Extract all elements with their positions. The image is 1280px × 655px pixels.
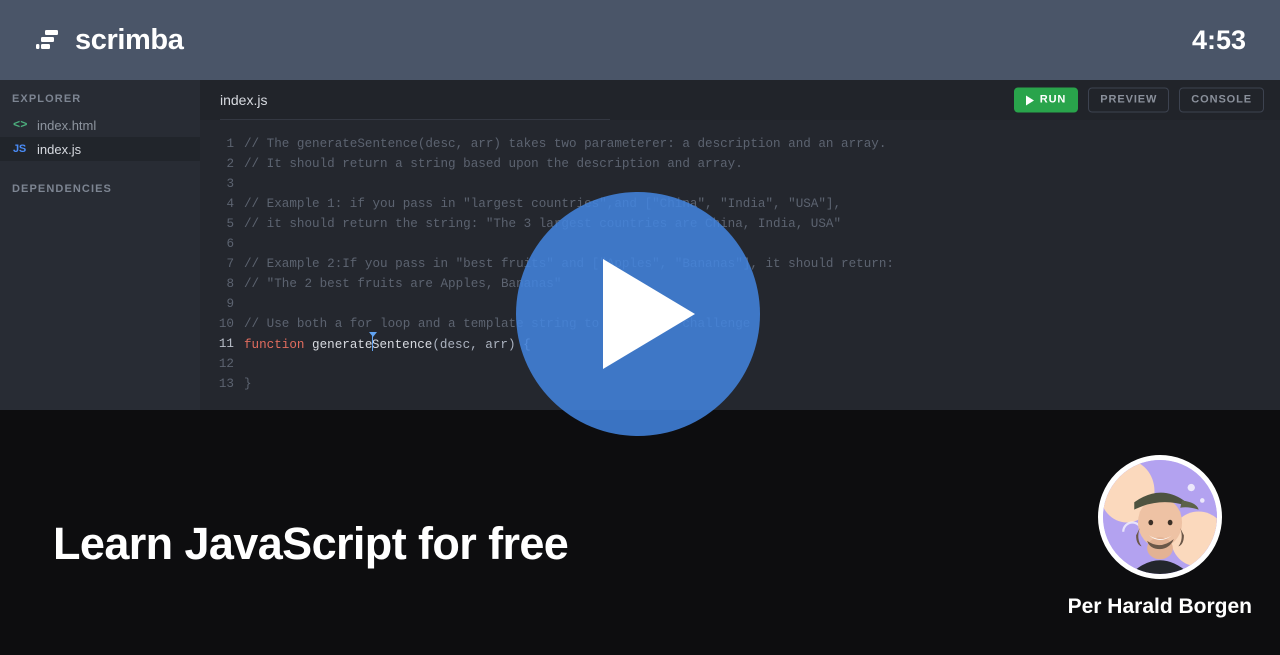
keyword: function [244, 338, 305, 352]
line-number: 12 [218, 357, 234, 371]
code-line: 2 // It should return a string based upon… [200, 154, 1280, 174]
run-button[interactable]: RUN [1013, 87, 1079, 113]
scrimba-screencast-page: scrimba 4:53 EXPLORER <> index.html JS i… [0, 0, 1280, 655]
code-text: // "The 2 best fruits are Apples, Banana… [244, 277, 562, 291]
author-avatar [1097, 455, 1222, 579]
code-text: // Example 1: if you pass in "largest co… [244, 197, 842, 211]
line-number: 7 [226, 257, 234, 271]
sidebar-item-index-js[interactable]: JS index.js [0, 137, 200, 161]
author-block: Per Harald Borgen [1068, 455, 1252, 619]
file-name: index.html [37, 117, 97, 133]
scrimba-logo-icon [36, 28, 64, 52]
line-number: 5 [226, 217, 234, 231]
code-text: // The generateSentence(desc, arr) takes… [244, 137, 887, 151]
code-line: 5 // it should return the string: "The 3 … [200, 214, 1280, 234]
preview-button[interactable]: PREVIEW [1088, 87, 1170, 113]
tab-index-js[interactable]: index.js [200, 80, 281, 120]
file-name: index.js [37, 141, 82, 157]
brand-name: scrimba [75, 23, 184, 56]
run-button-label: RUN [1039, 93, 1067, 106]
author-name: Per Harald Borgen [1067, 595, 1252, 618]
line-number: 9 [226, 297, 234, 311]
function-name: Sentence [371, 338, 433, 352]
function-name: generate [304, 338, 373, 352]
line-number: 8 [226, 277, 234, 291]
play-button-icon[interactable] [516, 192, 760, 436]
code-text: function generateSentence(desc, arr) { [244, 332, 531, 352]
file-list: <> index.html JS index.js [0, 113, 200, 161]
line-number: 3 [226, 177, 234, 191]
line-number: 1 [226, 137, 234, 151]
line-number: 13 [218, 377, 234, 391]
code-text: } [244, 377, 252, 391]
line-number: 6 [226, 237, 234, 251]
app-header: scrimba 4:53 [0, 0, 1280, 80]
params: (desc, arr) { [432, 338, 531, 352]
explorer-heading: EXPLORER [12, 93, 82, 105]
page-title: Learn JavaScript for free [53, 518, 569, 569]
text-cursor [369, 332, 378, 351]
brand[interactable]: scrimba [36, 23, 184, 57]
line-number: 4 [226, 197, 234, 211]
html-code-icon: <> [13, 118, 28, 132]
code-line: 1 // The generateSentence(desc, arr) take… [200, 134, 1280, 154]
console-button-label: CONSOLE [1191, 93, 1252, 106]
console-button[interactable]: CONSOLE [1179, 87, 1264, 113]
line-number: 11 [218, 337, 234, 351]
play-icon [1025, 95, 1034, 105]
preview-button-label: PREVIEW [1100, 93, 1158, 106]
editor-toolbar: RUN PREVIEW CONSOLE [1013, 87, 1264, 113]
code-line: 4 // Example 1: if you pass in "largest c… [200, 194, 1280, 214]
dependencies-heading: DEPENDENCIES [12, 183, 112, 195]
sidebar-item-index-html[interactable]: <> index.html [0, 113, 200, 137]
promo-banner: Learn JavaScript for free Per Harald Bor… [0, 410, 1280, 655]
code-text: // It should return a string based upon … [244, 157, 743, 171]
session-timer: 4:53 [1191, 24, 1246, 55]
editor-tabbar: index.js RUN PREVIEW CONSOLE [200, 80, 1280, 120]
line-number: 2 [226, 157, 234, 171]
code-line: 3 [200, 174, 1280, 194]
play-triangle-icon [603, 259, 695, 369]
js-file-icon: JS [13, 143, 26, 155]
line-number: 10 [218, 317, 234, 331]
code-text: // it should return the string: "The 3 l… [244, 217, 842, 231]
file-explorer-sidebar: EXPLORER <> index.html JS index.js DEPEN… [0, 80, 200, 410]
